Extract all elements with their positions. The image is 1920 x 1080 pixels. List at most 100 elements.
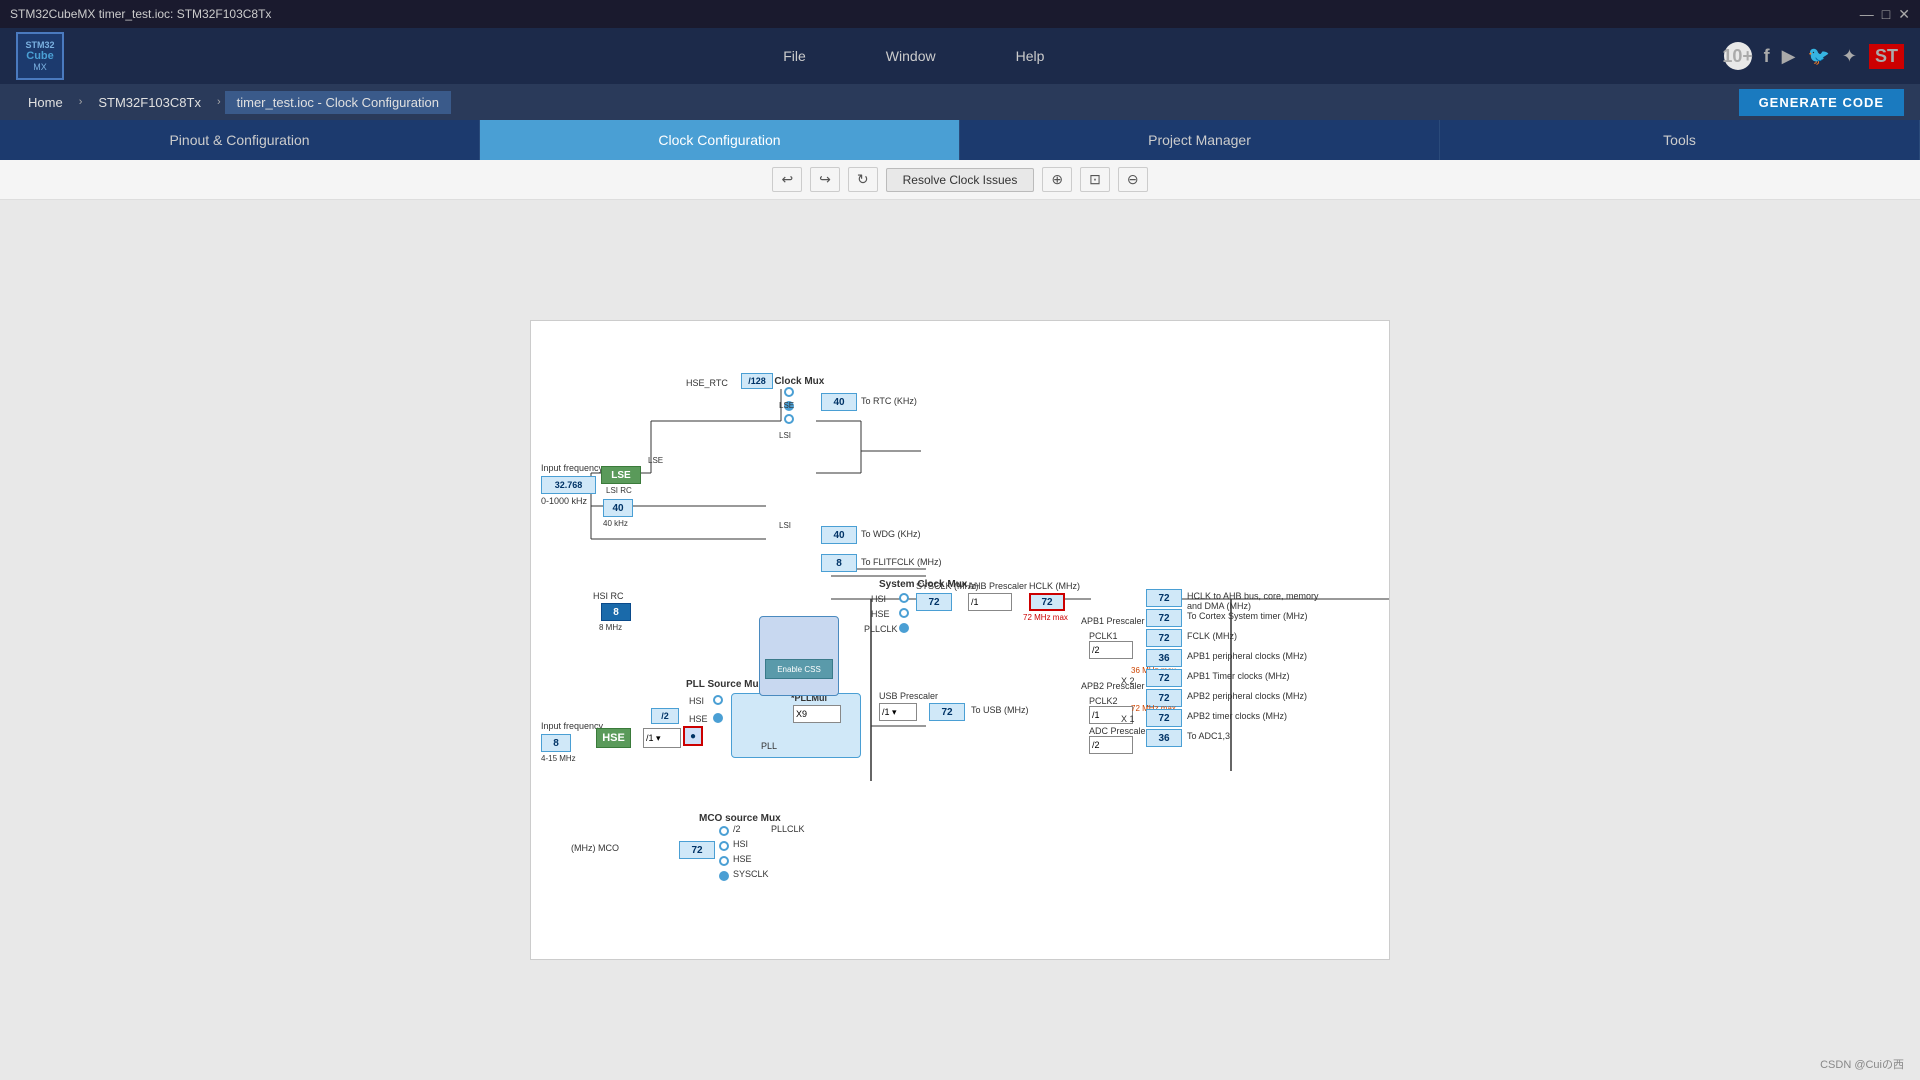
mco-hsi-label: HSI bbox=[733, 839, 748, 849]
lsi-rc-value-box[interactable]: 40 bbox=[603, 499, 633, 517]
titlebar: STM32CubeMX timer_test.ioc: STM32F103C8T… bbox=[0, 0, 1920, 28]
breadcrumb-home[interactable]: Home bbox=[16, 91, 75, 114]
x2-label: X 2 bbox=[1121, 676, 1135, 686]
cortex-timer-value[interactable]: 72 bbox=[1146, 609, 1182, 627]
to-wdg-label: To WDG (KHz) bbox=[861, 529, 921, 539]
mco-value[interactable]: 72 bbox=[679, 841, 715, 859]
hclk-max-label: 72 MHz max bbox=[1023, 613, 1068, 622]
rtc-mux-radio-lsi[interactable] bbox=[784, 414, 794, 424]
usb-prescaler-select[interactable]: /1 ▾ bbox=[879, 703, 917, 721]
resolve-clock-issues-button[interactable]: Resolve Clock Issues bbox=[886, 168, 1035, 192]
hse-div-select[interactable]: /1 ▾ bbox=[643, 728, 681, 748]
hclk-value[interactable]: 72 bbox=[1029, 593, 1065, 611]
minimize-btn[interactable]: — bbox=[1860, 6, 1874, 23]
sysclk-value[interactable]: 72 bbox=[916, 593, 952, 611]
pclk1-label: PCLK1 bbox=[1089, 631, 1118, 641]
titlebar-controls[interactable]: — □ ✕ bbox=[1860, 6, 1910, 23]
hclk-to-ahb-label: HCLK to AHB bus, core, memory and DMA (M… bbox=[1187, 591, 1327, 611]
enable-css-button[interactable]: Enable CSS bbox=[765, 659, 833, 679]
mco-label: (MHz) MCO bbox=[571, 843, 619, 853]
menu-window[interactable]: Window bbox=[846, 40, 976, 72]
menubar: STM32 Cube MX File Window Help 10+ f ▶ 🐦… bbox=[0, 28, 1920, 84]
pll-label: PLL bbox=[761, 741, 777, 751]
menu-file[interactable]: File bbox=[743, 40, 846, 72]
mco-hse-radio[interactable] bbox=[719, 856, 729, 866]
fit-button[interactable]: ⊡ bbox=[1080, 167, 1110, 192]
logo: STM32 Cube MX bbox=[16, 32, 64, 80]
mco-pllclk-radio[interactable] bbox=[719, 826, 729, 836]
input-freq-lse-value[interactable]: 32.768 bbox=[541, 476, 596, 494]
hsi-rc-label: HSI RC bbox=[593, 591, 624, 601]
mco-div2-label: /2 bbox=[733, 824, 741, 834]
tab-clock[interactable]: Clock Configuration bbox=[480, 120, 960, 160]
adc-value[interactable]: 36 bbox=[1146, 729, 1182, 747]
close-btn[interactable]: ✕ bbox=[1898, 6, 1910, 23]
lsi-rtc-label: LSI bbox=[779, 431, 791, 440]
menu-items: File Window Help bbox=[104, 40, 1724, 72]
sysclk-mux-radio-hsi[interactable] bbox=[899, 593, 909, 603]
hsi-mhz-label: 8 MHz bbox=[599, 623, 622, 632]
pll-source-mux-label: PLL Source Mux bbox=[686, 679, 764, 690]
tabbar: Pinout & Configuration Clock Configurati… bbox=[0, 120, 1920, 160]
notification-badge[interactable]: 10+ bbox=[1724, 42, 1752, 70]
tab-tools[interactable]: Tools bbox=[1440, 120, 1920, 160]
usb-value[interactable]: 72 bbox=[929, 703, 965, 721]
to-flitfclk-value[interactable]: 8 bbox=[821, 554, 857, 572]
sysclk-mux-radio-pll[interactable] bbox=[899, 623, 909, 633]
tab-pinout[interactable]: Pinout & Configuration bbox=[0, 120, 480, 160]
to-wdg-value[interactable]: 40 bbox=[821, 526, 857, 544]
youtube-icon[interactable]: ▶ bbox=[1782, 46, 1796, 67]
input-freq-hse-value[interactable]: 8 bbox=[541, 734, 571, 752]
hclk-mhz-label: HCLK (MHz) bbox=[1029, 581, 1080, 591]
to-rtc-value[interactable]: 40 bbox=[821, 393, 857, 411]
social-icons: 10+ f ▶ 🐦 ✦ ST bbox=[1724, 42, 1904, 70]
toolbar: ↩ ↪ ↻ Resolve Clock Issues ⊕ ⊡ ⊖ bbox=[0, 160, 1920, 200]
refresh-button[interactable]: ↻ bbox=[848, 167, 878, 192]
mco-sysclk-radio[interactable] bbox=[719, 871, 729, 881]
undo-button[interactable]: ↩ bbox=[772, 167, 802, 192]
zoom-out-button[interactable]: ⊖ bbox=[1118, 167, 1148, 192]
rtc-mux-radio-hse[interactable] bbox=[784, 387, 794, 397]
ahb-prescaler-select[interactable]: /1 bbox=[968, 593, 1012, 611]
apb1-periph-value[interactable]: 36 bbox=[1146, 649, 1182, 667]
mco-sysclk-label: SYSCLK bbox=[733, 869, 769, 879]
lsi-bottom-label: LSI bbox=[779, 521, 791, 530]
mco-hsi-radio[interactable] bbox=[719, 841, 729, 851]
mco-hse-label: HSE bbox=[733, 854, 752, 864]
hclk-to-ahb-value[interactable]: 72 bbox=[1146, 589, 1182, 607]
fclk-label: FCLK (MHz) bbox=[1187, 631, 1237, 641]
hse-range-label: 4-15 MHz bbox=[541, 754, 576, 763]
menu-help[interactable]: Help bbox=[976, 40, 1085, 72]
twitter-icon[interactable]: 🐦 bbox=[1807, 46, 1829, 67]
adc-prescaler-label: ADC Prescaler bbox=[1089, 726, 1149, 736]
redo-button[interactable]: ↪ bbox=[810, 167, 840, 192]
facebook-icon[interactable]: f bbox=[1764, 46, 1770, 67]
apb1-prescaler-select[interactable]: /2 bbox=[1089, 641, 1133, 659]
diagram-svg bbox=[531, 321, 1389, 959]
tab-project[interactable]: Project Manager bbox=[960, 120, 1440, 160]
sysclk-hsi-label: HSI bbox=[871, 594, 886, 604]
apb2-timer-value[interactable]: 72 bbox=[1146, 709, 1182, 727]
pll-css-area: Enable CSS bbox=[759, 616, 839, 696]
pllmul-select[interactable]: X9 bbox=[793, 705, 841, 723]
input-freq-hse-label: Input frequency bbox=[541, 721, 603, 731]
pll-css-dot[interactable]: ● bbox=[683, 726, 703, 746]
network-icon: ✦ bbox=[1842, 46, 1857, 67]
breadcrumb-chip[interactable]: STM32F103C8Tx bbox=[86, 91, 213, 114]
fclk-value[interactable]: 72 bbox=[1146, 629, 1182, 647]
pll-src-radio-hse[interactable] bbox=[713, 713, 723, 723]
hse-rtc-div-box[interactable]: /128 bbox=[741, 373, 773, 389]
maximize-btn[interactable]: □ bbox=[1882, 6, 1890, 23]
adc-prescaler-select[interactable]: /2 bbox=[1089, 736, 1133, 754]
sysclk-mux-radio-hse[interactable] bbox=[899, 608, 909, 618]
sysclk-hse-label: HSE bbox=[871, 609, 890, 619]
breadcrumb-project[interactable]: timer_test.ioc - Clock Configuration bbox=[225, 91, 451, 114]
main-content: Input frequency 32.768 0-1000 kHz LSE LS… bbox=[0, 200, 1920, 1080]
pll-src-hse-label: HSE bbox=[689, 714, 708, 724]
pll-src-radio-hsi[interactable] bbox=[713, 695, 723, 705]
zoom-in-button[interactable]: ⊕ bbox=[1042, 167, 1072, 192]
lsi-40khz-label: 40 kHz bbox=[603, 519, 628, 528]
apb1-periph-label: APB1 peripheral clocks (MHz) bbox=[1187, 651, 1307, 661]
generate-code-button[interactable]: GENERATE CODE bbox=[1739, 89, 1904, 116]
apb1-timer-value[interactable]: 72 bbox=[1146, 669, 1182, 687]
